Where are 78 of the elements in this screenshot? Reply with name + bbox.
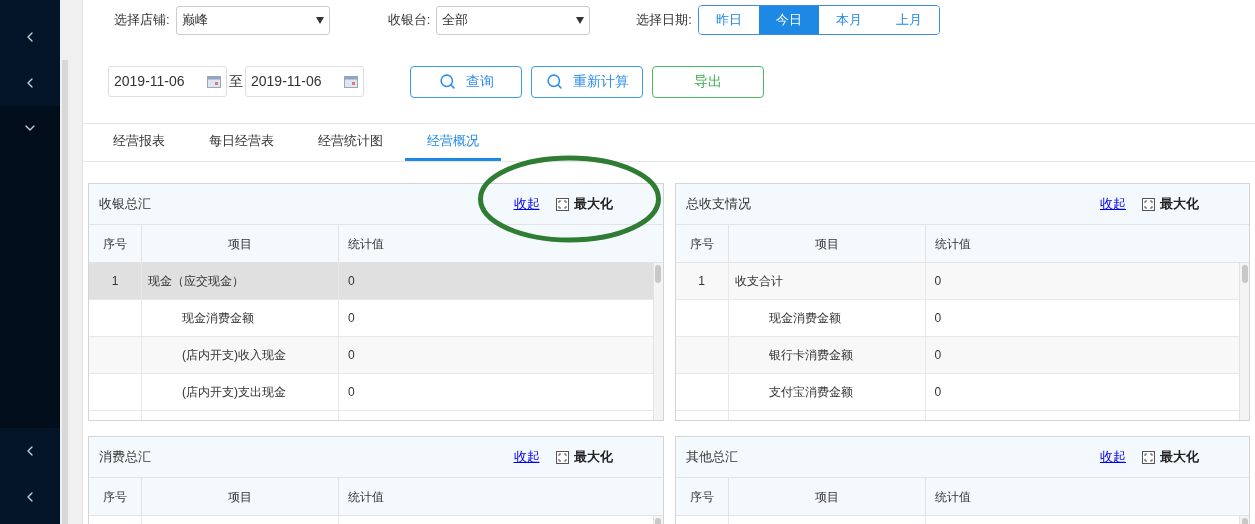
scrollbar[interactable]: [1239, 263, 1249, 420]
collapse-link[interactable]: 收起: [513, 194, 540, 214]
table-row[interactable]: 银行卡消费金额 0: [675, 337, 1239, 374]
item-cell-text: 收支合计: [734, 273, 783, 290]
value-cell-text: 0: [934, 347, 942, 364]
tab[interactable]: 经营概况: [405, 124, 501, 161]
panel-title: 其他总汇: [685, 448, 738, 467]
item-cell-text: (店内开支)支出现金: [182, 384, 286, 401]
dropdown-icon: [315, 16, 324, 24]
search-icon: [545, 73, 563, 90]
scrollbar-thumb[interactable]: [62, 60, 68, 524]
date-field[interactable]: 2019-11-06: [108, 66, 227, 97]
column-header: 统计值: [347, 235, 385, 253]
maximize-icon[interactable]: [555, 197, 569, 211]
row-number: 1: [111, 273, 119, 290]
value-cell-text: 0: [348, 347, 355, 364]
value-cell-text: 0: [934, 384, 942, 401]
register-label: 收银台:: [387, 11, 431, 30]
column-header: 统计值: [933, 488, 972, 506]
table-row[interactable]: (店内开支)支出现金 0: [89, 374, 653, 411]
maximize-icon[interactable]: [555, 450, 569, 464]
date-separator: 至: [229, 72, 243, 91]
tab[interactable]: 经营统计图: [296, 124, 405, 161]
panel-title: 消费总汇: [99, 448, 151, 467]
maximize-label[interactable]: 最大化: [573, 447, 613, 467]
item-cell-text: 现金（应交现金）: [148, 273, 244, 290]
panel-title: 总收支情况: [685, 195, 751, 214]
value-cell-text: 0: [934, 310, 942, 327]
value-cell-text: 0: [348, 310, 355, 327]
date-field[interactable]: 2019-11-06: [245, 66, 364, 97]
table-row[interactable]: (店内开支)收入现金 0: [89, 337, 653, 374]
item-cell-text: 现金消费金额: [182, 310, 254, 327]
maximize-icon[interactable]: [1142, 450, 1155, 464]
column-header: 序号: [675, 478, 729, 515]
column-header: 项目: [142, 225, 339, 262]
maximize-label[interactable]: 最大化: [573, 194, 613, 214]
search-button[interactable]: 重新计算: [531, 65, 643, 98]
date-range-tab[interactable]: 今日: [758, 6, 819, 34]
store-label: 选择店铺:: [114, 11, 170, 30]
collapse-link[interactable]: 收起: [513, 447, 540, 467]
table-row[interactable]: 1 现金（应交现金） 0: [89, 263, 653, 300]
table-row[interactable]: 现金消费金额 0: [675, 300, 1239, 337]
column-header: 统计值: [347, 488, 385, 506]
item-cell-text: (店内开支)收入现金: [182, 347, 286, 364]
calendar-icon[interactable]: [344, 75, 358, 88]
column-header: 项目: [728, 225, 926, 262]
search-button[interactable]: 查询: [410, 65, 522, 98]
value-cell-text: 0: [348, 384, 355, 401]
column-header: 序号: [675, 225, 729, 262]
value-cell-text: 0: [348, 273, 355, 290]
column-header: 统计值: [933, 235, 972, 253]
item-cell-text: 银行卡消费金额: [768, 347, 853, 364]
maximize-icon[interactable]: [1142, 197, 1155, 211]
dropdown-icon: [576, 16, 585, 24]
tab[interactable]: 经营报表: [91, 124, 187, 161]
scrollbar[interactable]: [652, 263, 663, 420]
table-row[interactable]: 支付宝消费金额 0: [675, 374, 1239, 411]
maximize-label[interactable]: 最大化: [1160, 447, 1199, 467]
column-header: 序号: [89, 478, 142, 515]
item-cell-text: 现金消费金额: [768, 310, 841, 327]
search-icon: [438, 73, 456, 90]
register-select[interactable]: 全部: [436, 5, 591, 35]
column-header: 项目: [142, 478, 339, 515]
table-row[interactable]: 现金消费金额 0: [89, 300, 653, 337]
date-label: 选择日期:: [636, 11, 692, 30]
collapse-link[interactable]: 收起: [1100, 194, 1126, 214]
column-header: 项目: [728, 478, 926, 515]
calendar-icon[interactable]: [207, 75, 221, 88]
row-number: 1: [698, 273, 705, 290]
column-header: 序号: [89, 225, 142, 262]
store-select[interactable]: 巅峰: [175, 5, 330, 35]
collapse-link[interactable]: 收起: [1100, 447, 1126, 467]
table-row[interactable]: 1 收支合计 0: [675, 263, 1239, 300]
maximize-label[interactable]: 最大化: [1160, 194, 1199, 214]
value-cell-text: 0: [934, 273, 942, 290]
panel-title: 收银总汇: [99, 195, 151, 214]
tab[interactable]: 每日经营表: [187, 124, 296, 161]
item-cell-text: 支付宝消费金额: [768, 384, 853, 401]
